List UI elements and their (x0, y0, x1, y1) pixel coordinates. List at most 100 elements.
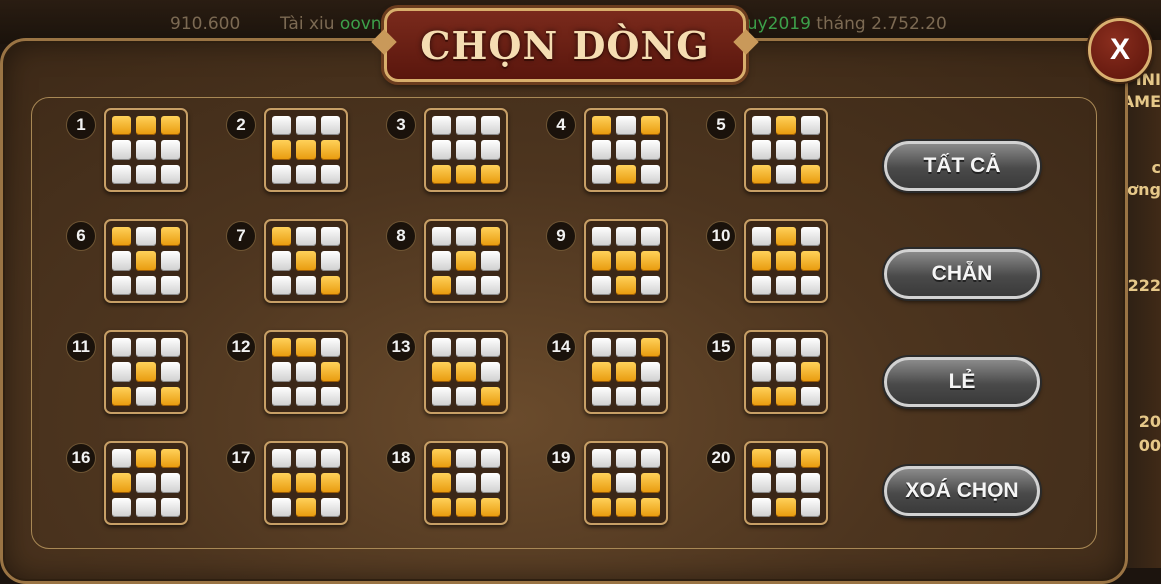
line-option-18[interactable]: 18 (382, 439, 542, 550)
pattern-dot (592, 140, 612, 160)
line-number: 15 (706, 332, 736, 362)
line-option-14[interactable]: 14 (542, 328, 702, 439)
pattern-dot (776, 473, 796, 493)
line-option-12[interactable]: 12 (222, 328, 382, 439)
line-pattern[interactable] (424, 219, 508, 303)
line-option-4[interactable]: 4 (542, 106, 702, 217)
pattern-dot (640, 362, 660, 382)
pattern-dot (160, 338, 180, 358)
line-pattern[interactable] (744, 330, 828, 414)
pattern-dot (800, 497, 820, 517)
line-pattern[interactable] (264, 330, 348, 414)
pattern-dot (640, 140, 660, 160)
pattern-dot (752, 275, 772, 295)
pattern-dot-selected (592, 251, 612, 271)
line-option-10[interactable]: 10 (702, 217, 862, 328)
pattern-dot (776, 140, 796, 160)
pattern-dot (480, 251, 500, 271)
pattern-dot-selected (480, 227, 500, 247)
pattern-dot-selected (616, 362, 636, 382)
pattern-dot (112, 449, 132, 469)
line-number: 12 (226, 332, 256, 362)
pattern-dot (592, 386, 612, 406)
line-number: 18 (386, 443, 416, 473)
line-option-5[interactable]: 5 (702, 106, 862, 217)
pattern-dot (480, 473, 500, 493)
line-option-1[interactable]: 1 (62, 106, 222, 217)
line-pattern[interactable] (424, 441, 508, 525)
line-pattern[interactable] (744, 441, 828, 525)
pattern-dot (616, 116, 636, 136)
pattern-dot (112, 275, 132, 295)
pattern-dot (136, 275, 156, 295)
pattern-dot (112, 164, 132, 184)
pattern-dot (112, 497, 132, 517)
line-option-19[interactable]: 19 (542, 439, 702, 550)
pattern-dot-selected (456, 164, 476, 184)
pattern-dot (432, 251, 452, 271)
pattern-dot (432, 338, 452, 358)
pattern-dot (320, 386, 340, 406)
pattern-dot-selected (616, 497, 636, 517)
line-number: 2 (226, 110, 256, 140)
ticker-amount: 910.600 (170, 14, 241, 34)
line-pattern[interactable] (584, 441, 668, 525)
line-pattern[interactable] (264, 441, 348, 525)
pattern-dot-selected (272, 227, 292, 247)
pattern-dot (136, 497, 156, 517)
line-option-11[interactable]: 11 (62, 328, 222, 439)
line-pattern[interactable] (584, 219, 668, 303)
line-pattern[interactable] (104, 219, 188, 303)
line-pattern[interactable] (104, 441, 188, 525)
pattern-dot-selected (776, 251, 796, 271)
line-pattern[interactable] (424, 108, 508, 192)
close-button[interactable]: X (1088, 18, 1152, 82)
line-option-8[interactable]: 8 (382, 217, 542, 328)
line-number: 13 (386, 332, 416, 362)
line-pattern[interactable] (424, 330, 508, 414)
line-pattern[interactable] (264, 108, 348, 192)
line-pattern[interactable] (584, 108, 668, 192)
line-option-15[interactable]: 15 (702, 328, 862, 439)
line-option-17[interactable]: 17 (222, 439, 382, 550)
line-option-3[interactable]: 3 (382, 106, 542, 217)
pattern-dot-selected (296, 251, 316, 271)
pattern-dot (456, 275, 476, 295)
line-number: 16 (66, 443, 96, 473)
line-option-2[interactable]: 2 (222, 106, 382, 217)
line-option-6[interactable]: 6 (62, 217, 222, 328)
clear-selection-button[interactable]: XOÁ CHỌN (884, 466, 1040, 516)
pattern-dot (752, 140, 772, 160)
pattern-dot (456, 449, 476, 469)
pattern-dot (160, 140, 180, 160)
select-even-button[interactable]: CHẴN (884, 249, 1040, 299)
pattern-dot (592, 227, 612, 247)
pattern-dot-selected (640, 251, 660, 271)
line-option-16[interactable]: 16 (62, 439, 222, 550)
pattern-dot (640, 164, 660, 184)
pattern-dot-selected (136, 116, 156, 136)
select-odd-button[interactable]: LẺ (884, 357, 1040, 407)
line-pattern[interactable] (264, 219, 348, 303)
line-option-7[interactable]: 7 (222, 217, 382, 328)
pattern-dot (480, 362, 500, 382)
select-all-button[interactable]: TẤT CẢ (884, 141, 1040, 191)
line-pattern[interactable] (744, 108, 828, 192)
pattern-dot-selected (136, 251, 156, 271)
line-number: 11 (66, 332, 96, 362)
line-option-13[interactable]: 13 (382, 328, 542, 439)
pattern-dot (136, 227, 156, 247)
pattern-dot (752, 227, 772, 247)
pattern-dot (272, 362, 292, 382)
pattern-dot-selected (136, 449, 156, 469)
line-pattern[interactable] (104, 330, 188, 414)
line-pattern[interactable] (744, 219, 828, 303)
pattern-dot-selected (272, 140, 292, 160)
line-pattern[interactable] (104, 108, 188, 192)
line-option-9[interactable]: 9 (542, 217, 702, 328)
pattern-dot-selected (432, 497, 452, 517)
line-number: 20 (706, 443, 736, 473)
line-pattern[interactable] (584, 330, 668, 414)
line-option-20[interactable]: 20 (702, 439, 862, 550)
pattern-dot (800, 140, 820, 160)
